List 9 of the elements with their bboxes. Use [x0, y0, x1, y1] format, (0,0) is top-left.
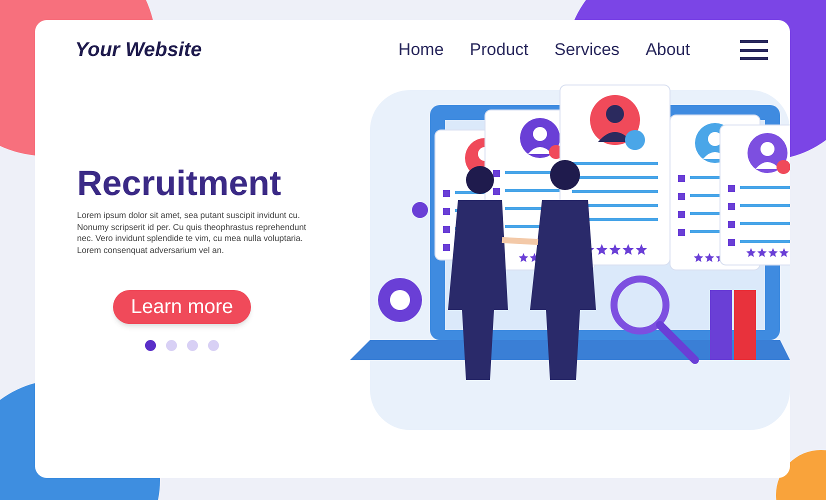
- hero-description: Lorem ipsum dolor sit amet, sea putant suscipit invidunt cu. Nonumy scripserit id per. Cu quis theophrastus reprehendunt nec. Vero invidunt splendide te vim, cu mea nulla voluptaria. Lorem consenquat adversarium vel an.: [77, 210, 308, 256]
- site-logo: Your Website: [75, 38, 202, 63]
- nav-link[interactable]: Services: [554, 37, 620, 63]
- hero-title: Recruitment: [77, 164, 282, 204]
- nav-link[interactable]: About: [646, 37, 690, 63]
- nav-link[interactable]: Home: [398, 37, 444, 63]
- learn-more-button[interactable]: Learn more: [113, 290, 251, 324]
- menu-icon[interactable]: [740, 40, 768, 60]
- nav-link[interactable]: Product: [470, 37, 528, 63]
